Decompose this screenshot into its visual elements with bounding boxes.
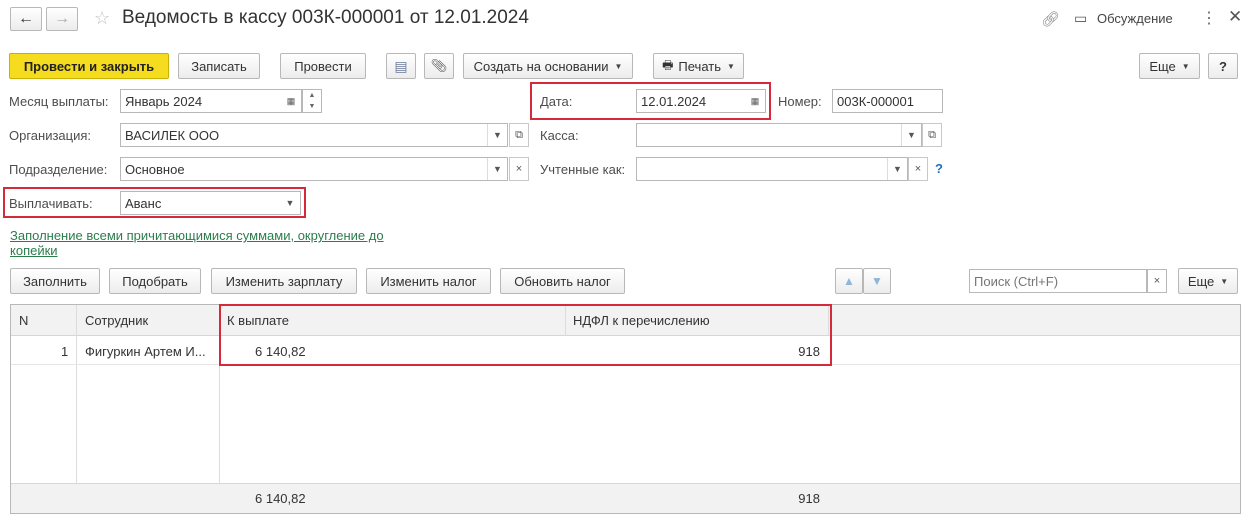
number-field[interactable]: 003К-000001 <box>832 89 943 113</box>
chevron-down-icon[interactable]: ▼ <box>487 158 507 180</box>
change-tax-button[interactable]: Изменить налог <box>366 268 491 294</box>
chevron-down-icon: ▼ <box>1220 276 1229 286</box>
month-label: Месяц выплаты: <box>9 94 109 109</box>
discussion-label[interactable]: Обсуждение <box>1097 11 1173 26</box>
chevron-down-icon[interactable]: ▼ <box>487 124 507 146</box>
open-cash-icon[interactable]: ⧉ <box>922 123 942 147</box>
pay-type-field[interactable]: Аванс ▼ <box>120 191 301 215</box>
number-label: Номер: <box>778 94 822 109</box>
cash-field[interactable]: ▼ <box>636 123 922 147</box>
organization-field[interactable]: ВАСИЛЕК ООО ▼ <box>120 123 508 147</box>
column-header-pay[interactable]: К выплате <box>227 313 289 328</box>
footer-tax-total: 918 <box>798 491 820 506</box>
help-button[interactable]: ? <box>1208 53 1238 79</box>
department-label: Подразделение: <box>9 162 108 177</box>
report-button[interactable]: ▤ <box>386 53 416 79</box>
clear-counted-as-icon[interactable]: × <box>908 157 928 181</box>
update-tax-button[interactable]: Обновить налог <box>500 268 625 294</box>
organization-label: Организация: <box>9 128 92 143</box>
save-button[interactable]: Записать <box>178 53 260 79</box>
move-down-button[interactable]: ▼ <box>863 268 891 294</box>
open-organization-icon[interactable]: ⧉ <box>509 123 529 147</box>
table-more-button[interactable]: Еще ▼ <box>1178 268 1238 294</box>
column-header-employee[interactable]: Сотрудник <box>85 313 148 328</box>
create-based-button[interactable]: Создать на основании ▼ <box>463 53 633 79</box>
cash-label: Касса: <box>540 128 579 143</box>
calendar-icon[interactable]: ▦ <box>281 90 301 112</box>
document-icon: ▤ <box>394 57 408 74</box>
print-button[interactable]: 🖶︎ Печать ▼ <box>653 53 744 79</box>
row-tax: 918 <box>798 344 820 359</box>
table-footer: 6 140,82 918 <box>11 483 1240 513</box>
column-header-tax[interactable]: НДФЛ к перечислению <box>573 313 710 328</box>
star-icon[interactable]: ☆ <box>94 8 110 29</box>
calendar-icon[interactable]: ▦ <box>745 90 765 112</box>
department-field[interactable]: Основное ▼ <box>120 157 508 181</box>
close-icon[interactable]: ✕ <box>1228 7 1242 27</box>
clear-search-icon[interactable]: × <box>1147 269 1167 293</box>
column-header-n[interactable]: N <box>19 313 28 328</box>
more-button[interactable]: Еще ▼ <box>1139 53 1200 79</box>
month-field[interactable]: Январь 2024 ▦ <box>120 89 302 113</box>
attach-button[interactable]: 📎︎ <box>424 53 454 79</box>
select-button[interactable]: Подобрать <box>109 268 201 294</box>
payroll-table: N Сотрудник К выплате НДФЛ к перечислени… <box>10 304 1241 514</box>
chevron-down-icon[interactable]: ▼ <box>901 124 921 146</box>
post-and-close-button[interactable]: Провести и закрыть <box>9 53 169 79</box>
chevron-down-icon[interactable]: ▼ <box>887 158 907 180</box>
table-row[interactable]: 1 Фигуркин Артем И... 6 140,82 918 <box>11 336 1240 365</box>
date-label: Дата: <box>540 94 573 109</box>
date-field[interactable]: 12.01.2024 ▦ <box>636 89 766 113</box>
counted-as-label: Учтенные как: <box>540 162 626 177</box>
move-up-button[interactable]: ▲ <box>835 268 863 294</box>
counted-as-field[interactable]: ▼ <box>636 157 908 181</box>
chevron-down-icon: ▼ <box>614 61 623 71</box>
clear-department-icon[interactable]: × <box>509 157 529 181</box>
back-button[interactable]: ← <box>10 7 42 31</box>
row-number: 1 <box>61 344 69 359</box>
row-pay: 6 140,82 <box>255 344 306 359</box>
forward-button[interactable]: → <box>46 7 78 31</box>
fill-button[interactable]: Заполнить <box>10 268 100 294</box>
footer-pay-total: 6 140,82 <box>255 491 306 506</box>
arrow-down-icon: ▼ <box>871 274 883 288</box>
chevron-down-icon: ▼ <box>727 61 735 71</box>
printer-icon: 🖶︎ <box>662 57 674 72</box>
pay-type-label: Выплачивать: <box>9 196 93 211</box>
page-title: Ведомость в кассу 003К-000001 от 12.01.2… <box>122 7 529 28</box>
change-salary-button[interactable]: Изменить зарплату <box>211 268 357 294</box>
paperclip-icon: 📎︎ <box>430 58 448 73</box>
month-stepper[interactable]: ▲ ▼ <box>302 89 322 113</box>
counted-as-help-icon[interactable]: ? <box>935 161 943 176</box>
chevron-down-icon: ▼ <box>1181 61 1190 71</box>
fill-rounding-link[interactable]: Заполнение всеми причитающимися суммами,… <box>10 228 384 258</box>
chevron-down-icon[interactable]: ▼ <box>280 192 300 214</box>
discussion-icon[interactable]: ▭ <box>1074 10 1087 27</box>
search-input[interactable] <box>969 269 1147 293</box>
arrow-up-icon: ▲ <box>843 274 855 288</box>
more-vertical-icon[interactable]: ⋮ <box>1201 8 1217 28</box>
row-employee: Фигуркин Артем И... <box>85 344 206 359</box>
link-icon[interactable]: 🔗︎ <box>1041 10 1060 28</box>
post-button[interactable]: Провести <box>280 53 366 79</box>
